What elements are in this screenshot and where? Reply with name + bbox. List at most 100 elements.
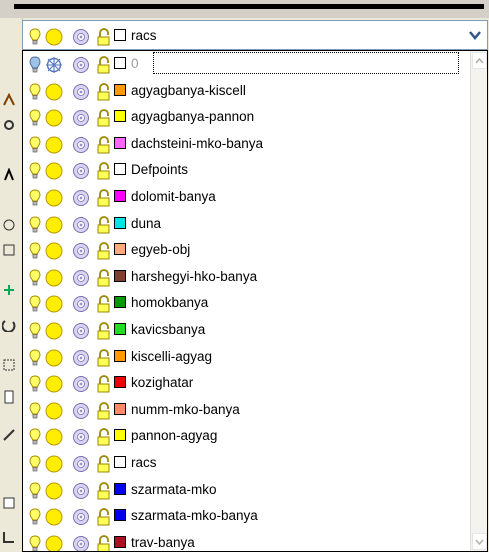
lock-icon[interactable] — [95, 535, 113, 551]
plot-icon[interactable] — [72, 269, 90, 290]
sun-icon[interactable] — [44, 375, 64, 396]
tool-icon[interactable] — [2, 358, 18, 372]
layer-row[interactable]: szarmata-mko — [23, 478, 463, 502]
layer-color-swatch[interactable] — [114, 217, 126, 229]
plot-icon[interactable] — [72, 535, 90, 551]
lock-icon[interactable] — [95, 189, 113, 210]
lightbulb-icon[interactable] — [29, 56, 41, 77]
layer-row[interactable]: dolomit-banya — [23, 185, 463, 209]
scroll-up-button[interactable] — [472, 52, 487, 69]
lock-icon[interactable] — [95, 28, 113, 49]
lightbulb-icon[interactable] — [29, 322, 41, 343]
tool-icon[interactable] — [2, 390, 18, 404]
plot-icon[interactable] — [72, 242, 90, 263]
tool-icon[interactable] — [2, 283, 18, 297]
lock-icon[interactable] — [95, 375, 113, 396]
sun-icon[interactable] — [44, 242, 64, 263]
lightbulb-icon[interactable] — [29, 375, 41, 396]
lock-icon[interactable] — [95, 322, 113, 343]
layer-row[interactable]: dachsteini-mko-banya — [23, 132, 463, 156]
layer-row[interactable]: egyeb-obj — [23, 238, 463, 262]
layer-dropdown-list[interactable]: 0 agyagbanya-kiscell agyagbanya-pannon dach… — [22, 50, 488, 552]
lightbulb-icon[interactable] — [29, 28, 41, 49]
lightbulb-icon[interactable] — [29, 109, 41, 130]
layer-row[interactable]: kozighatar — [23, 371, 463, 395]
plot-icon[interactable] — [72, 109, 90, 130]
tool-icon[interactable] — [2, 167, 18, 182]
lightbulb-icon[interactable] — [29, 455, 41, 476]
lock-icon[interactable] — [95, 216, 113, 237]
lightbulb-icon[interactable] — [29, 83, 41, 104]
layer-color-swatch[interactable] — [114, 350, 126, 362]
lightbulb-icon[interactable] — [29, 216, 41, 237]
lock-icon[interactable] — [95, 136, 113, 157]
layer-combo[interactable]: racs — [22, 20, 488, 50]
current-layer-row[interactable]: racs — [23, 24, 463, 48]
sun-icon[interactable] — [44, 322, 64, 343]
layer-row[interactable]: kiscelli-agyag — [23, 345, 463, 369]
sun-icon[interactable] — [44, 28, 64, 49]
layer-row[interactable]: pannon-agyag — [23, 424, 463, 448]
layer-color-swatch[interactable] — [114, 323, 126, 335]
tool-icon[interactable] — [2, 243, 18, 257]
plot-icon[interactable] — [72, 56, 90, 77]
tool-icon[interactable] — [1, 318, 18, 333]
plot-icon[interactable] — [72, 28, 90, 49]
layer-color-swatch[interactable] — [114, 429, 126, 441]
plot-icon[interactable] — [72, 295, 90, 316]
lightbulb-icon[interactable] — [29, 162, 41, 183]
sun-icon[interactable] — [44, 269, 64, 290]
sun-icon[interactable] — [44, 162, 64, 183]
chevron-down-icon[interactable] — [465, 24, 485, 46]
lock-icon[interactable] — [95, 349, 113, 370]
plot-icon[interactable] — [72, 402, 90, 423]
plot-icon[interactable] — [72, 455, 90, 476]
plot-icon[interactable] — [72, 136, 90, 157]
lightbulb-icon[interactable] — [29, 428, 41, 449]
tool-icon[interactable] — [2, 496, 18, 510]
tool-icon[interactable] — [2, 92, 18, 107]
layer-row[interactable]: harshegyi-hko-banya — [23, 265, 463, 289]
lock-icon[interactable] — [95, 162, 113, 183]
layer-row[interactable]: agyagbanya-kiscell — [23, 79, 463, 103]
layer-color-swatch[interactable] — [114, 243, 126, 255]
sun-icon[interactable] — [44, 482, 64, 503]
lightbulb-icon[interactable] — [29, 402, 41, 423]
sun-icon[interactable] — [44, 349, 64, 370]
layer-row[interactable]: homokbanya — [23, 291, 463, 315]
layer-row[interactable]: trav-banya — [23, 531, 463, 551]
tool-icon[interactable] — [2, 530, 18, 544]
sun-icon[interactable] — [44, 455, 64, 476]
tool-icon[interactable] — [2, 218, 18, 232]
layer-color-swatch[interactable] — [114, 190, 126, 202]
lightbulb-icon[interactable] — [29, 242, 41, 263]
layer-color-swatch[interactable] — [114, 270, 126, 282]
lightbulb-icon[interactable] — [29, 508, 41, 529]
layer-color-swatch[interactable] — [114, 57, 126, 69]
lock-icon[interactable] — [95, 83, 113, 104]
plot-icon[interactable] — [72, 482, 90, 503]
sun-icon[interactable] — [44, 109, 64, 130]
lock-icon[interactable] — [95, 508, 113, 529]
scroll-down-button[interactable] — [472, 533, 487, 550]
sun-icon[interactable] — [44, 508, 64, 529]
lightbulb-icon[interactable] — [29, 535, 41, 551]
lightbulb-icon[interactable] — [29, 295, 41, 316]
lock-icon[interactable] — [95, 56, 113, 77]
scrollbar[interactable] — [470, 51, 487, 551]
sun-icon[interactable] — [44, 189, 64, 210]
layer-row[interactable]: duna — [23, 212, 463, 236]
lightbulb-icon[interactable] — [29, 349, 41, 370]
plot-icon[interactable] — [72, 508, 90, 529]
sun-icon[interactable] — [44, 136, 64, 157]
plot-icon[interactable] — [72, 428, 90, 449]
layer-color-swatch[interactable] — [114, 403, 126, 415]
plot-icon[interactable] — [72, 189, 90, 210]
sun-icon[interactable] — [44, 402, 64, 423]
lock-icon[interactable] — [95, 482, 113, 503]
layer-row[interactable]: racs — [23, 451, 463, 475]
plot-icon[interactable] — [72, 375, 90, 396]
lock-icon[interactable] — [95, 455, 113, 476]
tool-icon[interactable] — [2, 428, 18, 442]
tool-icon[interactable] — [2, 118, 18, 132]
